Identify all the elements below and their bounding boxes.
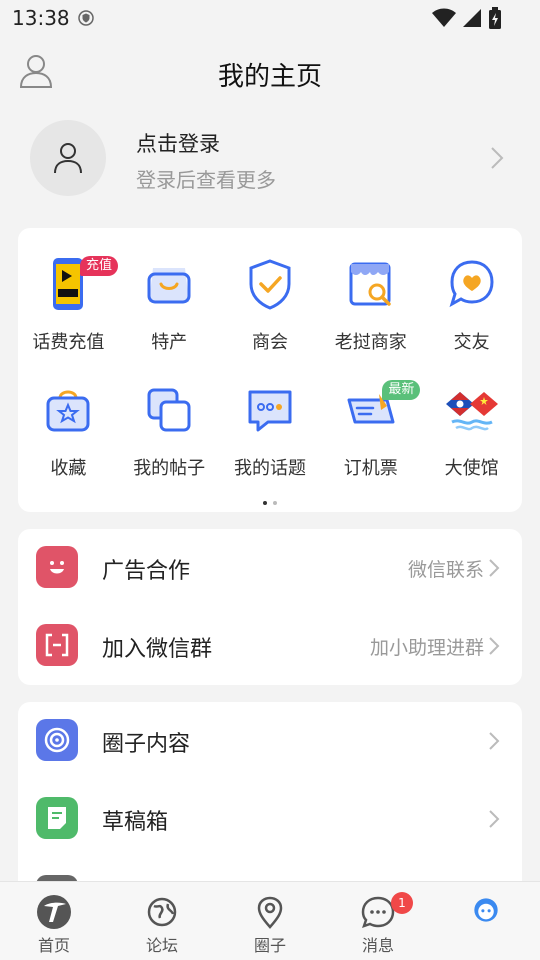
grid-item-label: 我的帖子: [133, 458, 206, 479]
page-indicator: [18, 490, 522, 509]
smile-icon: [50, 561, 64, 574]
chevron-right-icon: [491, 147, 504, 169]
grid-item-dating[interactable]: 交友: [421, 250, 522, 376]
chevron-right-icon: [489, 732, 500, 750]
security-shield-icon: [78, 10, 94, 26]
status-time: 13:38: [12, 6, 70, 30]
login-subtitle: 登录后查看更多: [136, 168, 276, 192]
grid-item-phone-topup[interactable]: 充值 话费充值: [18, 250, 119, 376]
tab-home[interactable]: 首页: [0, 882, 108, 960]
status-icons: [432, 7, 502, 29]
list-item-title: 加入微信群: [102, 637, 213, 662]
grid-item-embassy[interactable]: 大使馆: [421, 376, 522, 502]
feature-grid-card: 充值 话费充值 特产 商会 老挝商家 交友 收藏 我的帖子 我的话题 最新 订机…: [18, 228, 522, 512]
page-title: 我的主页: [217, 62, 322, 92]
grid-item-chamber[interactable]: 商会: [220, 250, 321, 376]
page-dot-active: [263, 501, 267, 505]
top-bar: 我的主页: [0, 36, 540, 108]
home-logo-icon: [37, 895, 71, 929]
chat-bubble-icon: [248, 390, 292, 432]
grid-item-label: 商会: [251, 332, 288, 353]
copy-posts-icon: [147, 388, 191, 432]
tab-label: 消息: [361, 936, 394, 955]
tab-label: 圈子: [253, 936, 286, 955]
status-bar: 13:38: [0, 0, 540, 36]
grid-item-label: 交友: [453, 332, 490, 353]
cell-signal-icon: [463, 9, 481, 27]
location-pin-icon: [257, 896, 283, 929]
scan-bracket-icon: [45, 633, 69, 657]
avatar[interactable]: [30, 120, 106, 196]
bottom-tab-bar: 首页 论坛 圈子 1 消息: [0, 881, 540, 960]
tab-label: 首页: [37, 936, 70, 955]
star-bag-icon: [46, 390, 90, 432]
grid-item-flight-tickets[interactable]: 最新 订机票: [320, 376, 421, 502]
content-list-card: 圈子内容 草稿箱: [18, 702, 522, 917]
chevron-right-icon: [489, 810, 500, 828]
list-item-title: 圈子内容: [102, 732, 191, 757]
login-title[interactable]: 点击登录: [136, 128, 220, 158]
chevron-right-icon: [489, 637, 500, 655]
tab-forum[interactable]: 论坛: [108, 882, 216, 960]
list-item-circle-content[interactable]: 圈子内容: [18, 702, 522, 780]
tab-circle[interactable]: 圈子: [216, 882, 324, 960]
grid-item-favorites[interactable]: 收藏: [18, 376, 119, 502]
battery-icon: [489, 7, 501, 29]
grid-item-specialty[interactable]: 特产: [119, 250, 220, 376]
grid-item-my-posts[interactable]: 我的帖子: [119, 376, 220, 502]
list-item-title: 广告合作: [102, 559, 191, 584]
grid-item-label: 老挝商家: [334, 332, 407, 353]
list-item-title: 草稿箱: [102, 810, 169, 835]
grid-item-my-topics[interactable]: 我的话题: [220, 376, 321, 502]
grid-item-label: 话费充值: [32, 332, 105, 353]
tab-label: 论坛: [145, 936, 178, 955]
globe-icon: [147, 897, 177, 927]
list-item-join-wechat[interactable]: 加入微信群 加小助理进群: [18, 607, 522, 685]
topup-badge: 充值: [80, 256, 119, 276]
tab-profile[interactable]: [432, 882, 540, 960]
user-icon: [54, 143, 82, 174]
shopping-bag-icon: [147, 268, 191, 304]
list-item-hint: 微信联系: [407, 559, 484, 581]
circle-swirl-icon: [44, 727, 70, 753]
grid-item-label: 收藏: [50, 458, 87, 479]
page-dot: [273, 501, 277, 505]
grid-item-label: 我的话题: [233, 458, 306, 479]
flight-badge: 最新: [382, 380, 421, 400]
row-icon-box: [36, 546, 78, 588]
chevron-right-icon: [489, 559, 500, 577]
row-icon-box: [36, 624, 78, 666]
list-item-hint: 加小助理进群: [369, 637, 484, 659]
grid-item-label: 大使馆: [444, 458, 499, 479]
grid-item-label: 订机票: [343, 458, 398, 479]
row-icon-box: [36, 719, 78, 761]
list-item-drafts[interactable]: 草稿箱: [18, 780, 522, 858]
message-count-badge: 1: [390, 892, 413, 914]
shield-check-icon: [249, 259, 291, 310]
draft-note-icon: [48, 807, 66, 829]
store-search-icon: [349, 262, 391, 306]
laos-china-flags-icon: [445, 392, 498, 431]
service-list-card: 广告合作 微信联系 加入微信群 加小助理进群: [18, 529, 522, 685]
grid-item-label: 特产: [151, 332, 188, 353]
heart-chat-icon: [449, 260, 494, 308]
row-icon-box: [36, 797, 78, 839]
grid-item-laos-merchants[interactable]: 老挝商家: [320, 250, 421, 376]
wifi-icon: [432, 8, 456, 27]
tab-messages[interactable]: 1 消息: [324, 882, 432, 960]
profile-face-icon: [474, 898, 498, 922]
login-section[interactable]: 点击登录 登录后查看更多: [0, 108, 540, 212]
feature-grid: 充值 话费充值 特产 商会 老挝商家 交友 收藏 我的帖子 我的话题 最新 订机…: [18, 250, 522, 502]
list-item-ad-cooperation[interactable]: 广告合作 微信联系: [18, 529, 522, 607]
